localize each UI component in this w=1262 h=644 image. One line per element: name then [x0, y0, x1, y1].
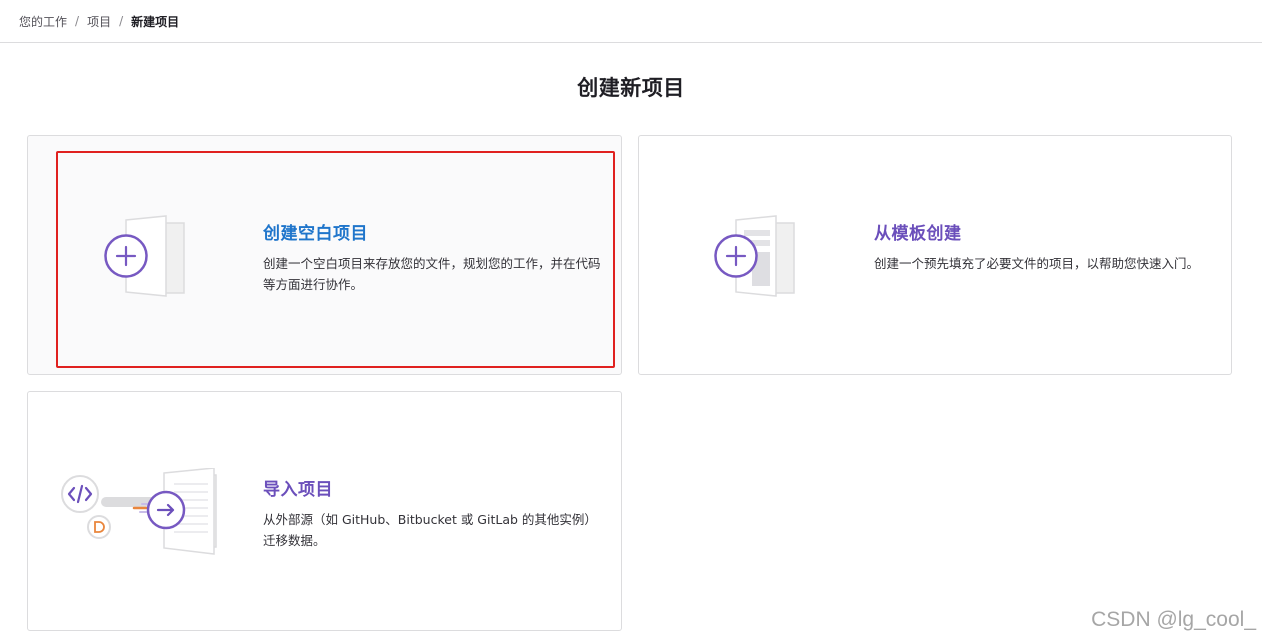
- watermark: CSDN @lg_cool_: [1091, 608, 1256, 631]
- breadcrumb: 您的工作 / 项目 / 新建项目: [0, 0, 1262, 43]
- import-project-title: 导入项目: [263, 480, 333, 500]
- breadcrumb-item-new-project: 新建项目: [131, 14, 180, 29]
- breadcrumb-separator: /: [119, 14, 124, 28]
- breadcrumb-separator: /: [75, 14, 80, 28]
- page-title: 创建新项目: [577, 76, 685, 100]
- create-blank-project-card[interactable]: 创建空白项目 创建一个空白项目来存放您的文件，规划您的工作，并在代码等方面进行协…: [27, 135, 622, 375]
- create-from-template-description: 创建一个预先填充了必要文件的项目，以帮助您快速入门。: [874, 256, 1200, 271]
- template-illustration: [714, 215, 795, 297]
- breadcrumb-item-your-work[interactable]: 您的工作: [19, 13, 67, 30]
- source-logo-icon: [87, 515, 111, 539]
- import-project-description: 从外部源（如 GitHub、Bitbucket 或 GitLab 的其他实例）迁…: [263, 512, 597, 548]
- breadcrumb-item-projects[interactable]: 项目: [87, 13, 111, 30]
- plus-icon: [104, 234, 148, 278]
- plus-icon: [714, 234, 758, 278]
- import-project-illustration: [61, 468, 217, 555]
- code-icon: [61, 475, 99, 513]
- create-blank-project-title: 创建空白项目: [263, 224, 368, 244]
- create-from-template-card[interactable]: 从模板创建 创建一个预先填充了必要文件的项目，以帮助您快速入门。: [638, 135, 1232, 375]
- create-from-template-title: 从模板创建: [874, 224, 962, 244]
- blank-project-illustration: [104, 215, 185, 297]
- create-blank-project-description: 创建一个空白项目来存放您的文件，规划您的工作，并在代码等方面进行协作。: [263, 256, 601, 292]
- import-project-card[interactable]: 导入项目 从外部源（如 GitHub、Bitbucket 或 GitLab 的其…: [27, 391, 622, 631]
- arrow-right-icon: [146, 490, 186, 530]
